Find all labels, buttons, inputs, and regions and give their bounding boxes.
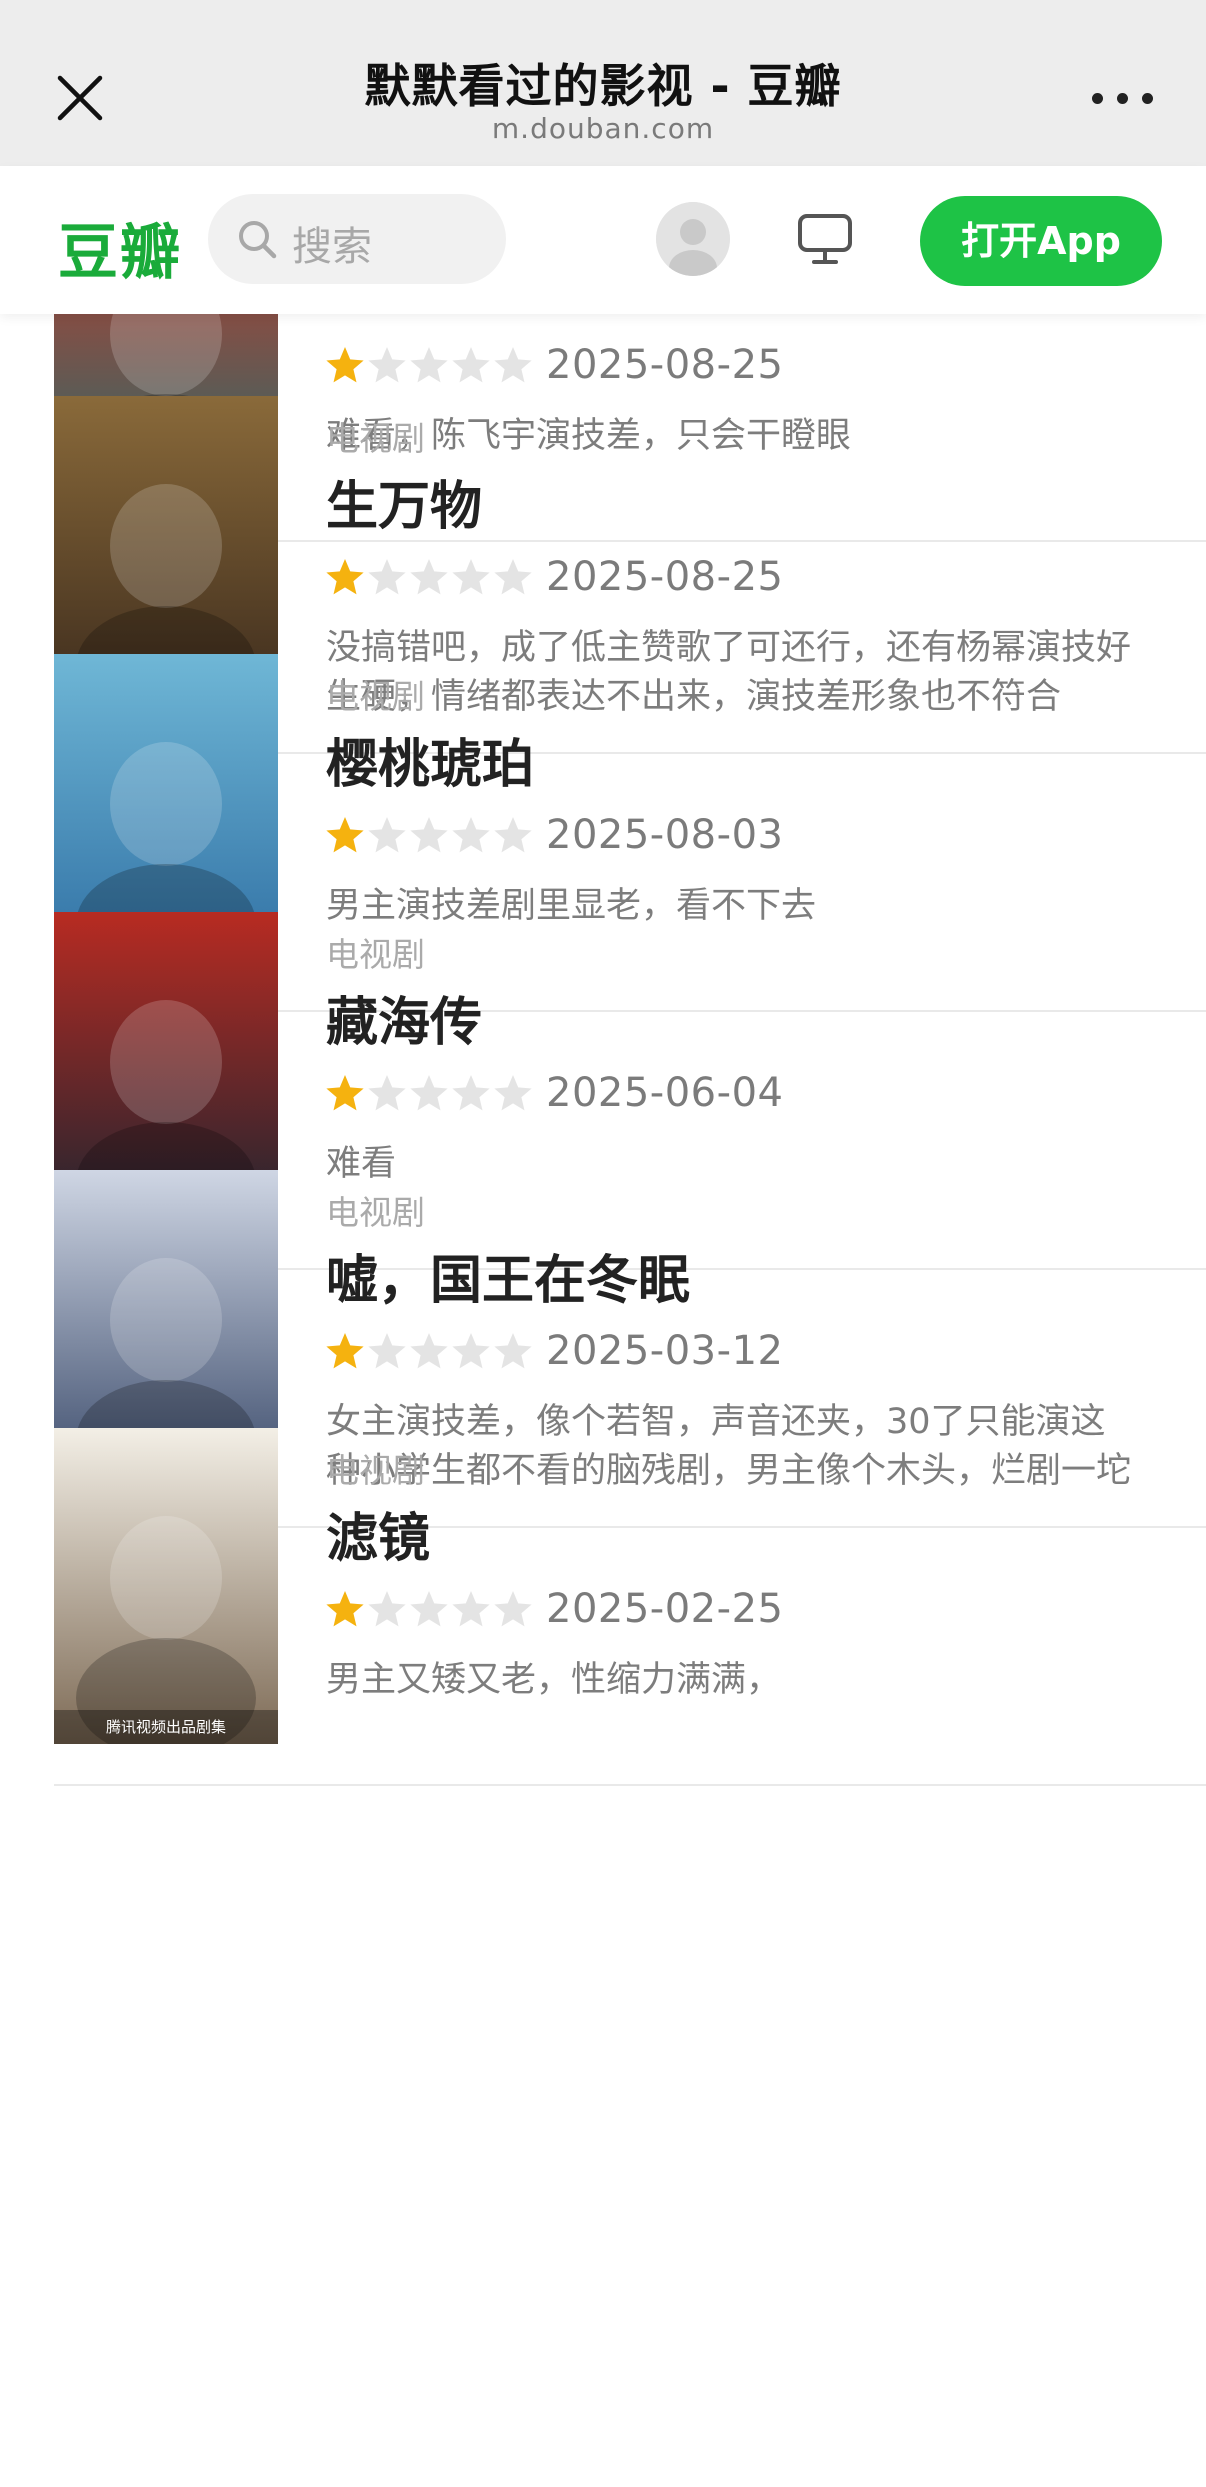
category-label: 电视剧 [326, 1451, 425, 1490]
category-label: 电视剧 [326, 1193, 425, 1232]
rating-stars [324, 556, 534, 600]
star-filled-icon [326, 1591, 364, 1627]
item-title[interactable]: 藏海传 [326, 980, 482, 1055]
star-filled-icon [326, 559, 364, 595]
star-empty-icon [368, 1075, 406, 1111]
star-empty-icon [368, 559, 406, 595]
poster-artwork: 腾讯视频出品剧集 [54, 1428, 278, 1744]
star-empty-icon [410, 1333, 448, 1369]
item-title[interactable]: 樱桃琥珀 [326, 722, 534, 797]
watch-date: 2025-08-25 [546, 554, 784, 600]
list-item-6: 腾讯视频出品剧集 电视剧 滤镜 2025-02-25 男主又矮又老，性缩力满满， [0, 1378, 1206, 1786]
star-filled-icon [326, 1333, 364, 1369]
star-empty-icon [410, 1075, 448, 1111]
star-filled-icon [326, 1075, 364, 1111]
watch-date: 2025-03-12 [546, 1328, 784, 1374]
star-empty-icon [410, 559, 448, 595]
star-empty-icon [410, 817, 448, 853]
watched-list: 正在热播 2025-08-25 难看，陈飞宇演技差，只会干瞪眼 生万物 电视剧 … [0, 314, 1206, 2487]
watch-date: 2025-06-04 [546, 1070, 784, 1116]
star-empty-icon [368, 1333, 406, 1369]
item-title[interactable]: 滤镜 [326, 1496, 430, 1571]
star-empty-icon [452, 1075, 490, 1111]
star-empty-icon [368, 1591, 406, 1627]
tv-icon[interactable] [794, 208, 856, 270]
user-icon [656, 202, 730, 276]
douban-logo[interactable]: 豆瓣 [58, 204, 182, 291]
star-empty-icon [494, 1333, 532, 1369]
star-empty-icon [410, 1591, 448, 1627]
open-app-button[interactable]: 打开App [920, 196, 1162, 286]
category-label: 电视剧 [326, 419, 425, 458]
comment-text: 男主又矮又老，性缩力满满， [326, 1656, 1166, 1705]
poster-caption: 腾讯视频出品剧集 [106, 1718, 226, 1736]
star-empty-icon [452, 817, 490, 853]
star-empty-icon [494, 559, 532, 595]
star-filled-icon [326, 817, 364, 853]
rating-stars [324, 1330, 534, 1374]
page-title: 默默看过的影视 - 豆瓣 [364, 59, 842, 113]
search-icon [236, 218, 278, 260]
star-empty-icon [494, 1075, 532, 1111]
poster-image[interactable]: 腾讯视频出品剧集 [54, 1428, 278, 1744]
divider [54, 1784, 1206, 1786]
avatar[interactable] [656, 202, 730, 276]
item-title[interactable]: 生万物 [326, 464, 482, 539]
category-label: 电视剧 [326, 935, 425, 974]
category-label: 电视剧 [326, 677, 425, 716]
star-empty-icon [452, 1333, 490, 1369]
search-input[interactable]: 搜索 [208, 194, 506, 284]
page-url: m.douban.com [491, 112, 715, 145]
search-placeholder: 搜索 [292, 224, 372, 270]
watch-date: 2025-02-25 [546, 1586, 784, 1632]
rating-stars [324, 814, 534, 858]
star-empty-icon [368, 817, 406, 853]
more-menu-icon[interactable] [1088, 88, 1158, 110]
star-empty-icon [452, 1591, 490, 1627]
wechat-title-bar: 默默看过的影视 - 豆瓣 m.douban.com [0, 0, 1206, 166]
rating-stars [324, 1072, 534, 1116]
item-title[interactable]: 嘘，国王在冬眠 [326, 1238, 690, 1313]
comment-line: 男主又矮又老，性缩力满满， [326, 1660, 782, 1700]
star-empty-icon [452, 559, 490, 595]
star-empty-icon [494, 817, 532, 853]
watch-date: 2025-08-03 [546, 812, 784, 858]
rating-stars [324, 1588, 534, 1632]
douban-header: 豆瓣 搜索 打开App [0, 166, 1206, 314]
star-empty-icon [494, 1591, 532, 1627]
